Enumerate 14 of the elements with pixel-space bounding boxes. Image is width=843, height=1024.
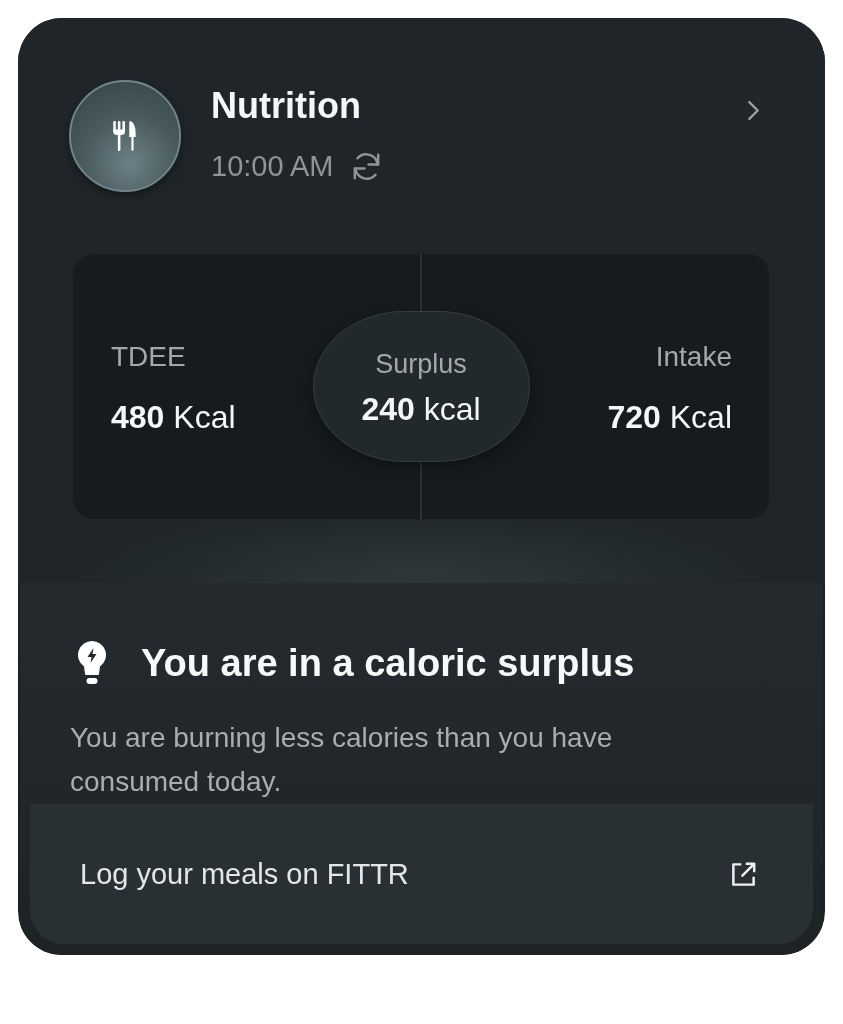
stat-value: 720 Kcal [607, 398, 732, 435]
stat-label: Intake [655, 339, 732, 374]
stat-label: TDEE [111, 339, 186, 374]
insight-message: You are burning less calories than you have consumed today. [70, 721, 614, 799]
insight-title: You are in a caloric surplus [141, 641, 635, 686]
card-title: Nutrition [211, 86, 362, 126]
stat-label: Surplus [375, 347, 467, 381]
log-meals-link[interactable]: Log your meals on FITTR [30, 804, 813, 944]
time-text: 10:00 AM [211, 149, 334, 184]
chevron-right-icon[interactable] [747, 100, 760, 121]
stat-value: 240 kcal [361, 390, 481, 427]
stat-value: 480 Kcal [111, 398, 236, 435]
lightbulb-icon [78, 641, 106, 685]
external-link-icon [730, 860, 757, 888]
